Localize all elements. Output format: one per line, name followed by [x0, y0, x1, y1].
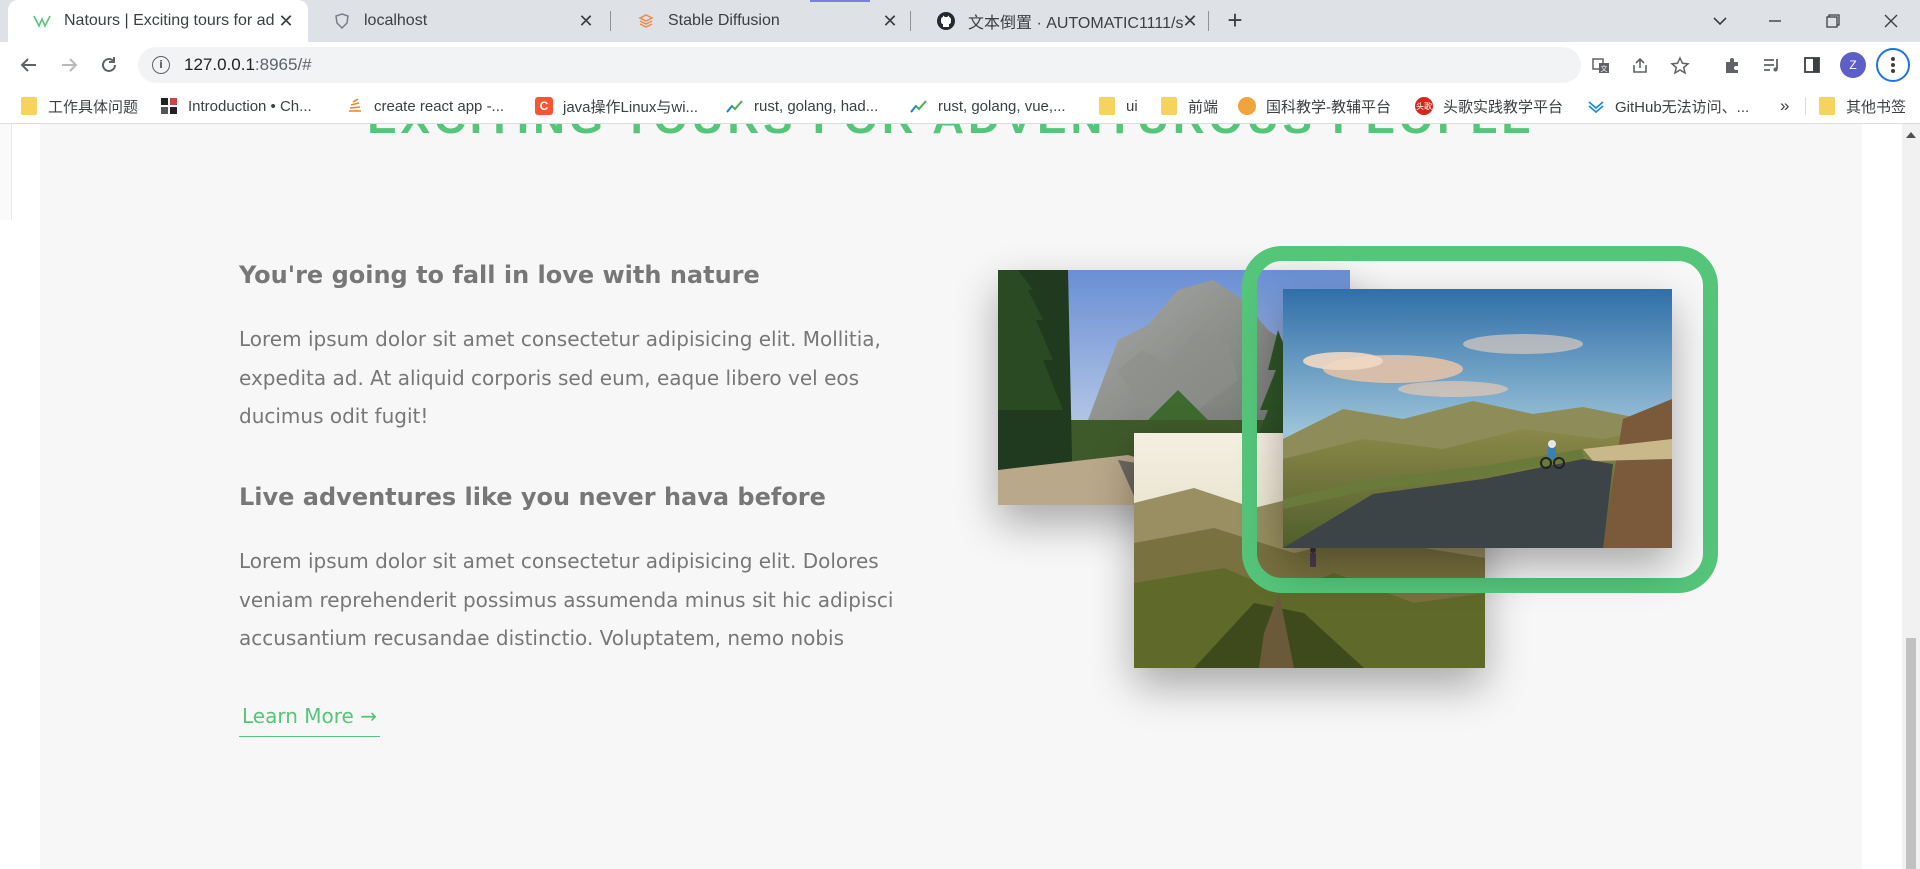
back-icon[interactable] — [14, 50, 44, 80]
csdn-icon: C — [535, 97, 553, 115]
chrome-menu-icon[interactable] — [1876, 48, 1910, 82]
tab-localhost[interactable]: localhost ✕ — [308, 0, 608, 42]
bookmark-star-icon[interactable] — [1670, 56, 1690, 76]
natours-leaf-icon — [32, 11, 52, 31]
bookmarks-divider — [1805, 97, 1806, 115]
tab-title: Natours | Exciting tours for ad — [64, 12, 275, 29]
bookmark-item[interactable]: Introduction • Ch... — [160, 93, 312, 119]
tab-title: 文本倒置 · AUTOMATIC1111/st — [968, 15, 1184, 32]
bookmark-item[interactable]: 头歌 头歌实践教学平台 — [1415, 93, 1563, 119]
scroll-up-arrow-icon[interactable] — [1906, 132, 1916, 138]
puzzle-icon — [160, 97, 178, 115]
bookmark-label: 前端 — [1188, 98, 1219, 116]
trend-icon — [910, 97, 928, 115]
side-panel-icon[interactable] — [1798, 51, 1826, 79]
feature-heading-2: Live adventures like you never hava befo… — [239, 483, 826, 511]
bookmark-folder[interactable]: 其他书签 — [1818, 93, 1906, 119]
restore-icon[interactable] — [1818, 6, 1848, 36]
folder-icon — [20, 97, 38, 115]
tab-stable-diffusion[interactable]: Stable Diffusion ✕ — [612, 0, 912, 42]
section-heading: EXCITING TOURS FOR ADVENTUROUS PEOPLE — [40, 124, 1862, 144]
feature-paragraph-2: Lorem ipsum dolor sit amet consectetur a… — [239, 549, 894, 650]
bookmark-label: Introduction • Ch... — [188, 97, 312, 115]
bookmarks-overflow-button[interactable]: » — [1780, 93, 1789, 119]
photo-cyclist-road[interactable] — [1283, 289, 1672, 548]
bookmarks-bar: 工作具体问题 Introduction • Ch... create react… — [0, 88, 1920, 124]
tab-separator — [910, 11, 911, 31]
share-icon[interactable] — [1630, 56, 1650, 76]
tab-natours[interactable]: Natours | Exciting tours for ad ✕ — [8, 0, 308, 42]
bookmark-item[interactable]: C java操作Linux与wi... — [535, 93, 698, 119]
bookmark-label: rust, golang, had... — [754, 97, 879, 115]
address-bar[interactable]: i 127.0.0.1:8965/# 文 — [138, 47, 1690, 83]
bookmark-label: ui — [1126, 97, 1138, 115]
folder-icon — [1818, 97, 1836, 115]
url-host: 127.0.0.1 — [184, 55, 255, 74]
url-text: 127.0.0.1:8965/# — [184, 55, 312, 75]
new-tab-button[interactable]: + — [1222, 7, 1248, 34]
close-tab-icon[interactable]: ✕ — [276, 11, 296, 31]
browser-toolbar: i 127.0.0.1:8965/# 文 — [0, 42, 1920, 88]
github-icon — [936, 11, 956, 31]
ucas-icon — [1238, 97, 1256, 115]
scrollbar-thumb[interactable] — [1906, 638, 1916, 869]
tab-github[interactable]: 文本倒置 · AUTOMATIC1111/st ✕ — [912, 0, 1212, 42]
bookmark-item[interactable]: 国科教学-教辅平台 — [1238, 93, 1391, 119]
bookmark-label: 其他书签 — [1846, 98, 1907, 116]
chevron-icon — [1587, 97, 1605, 115]
stack-icon — [636, 11, 656, 31]
close-window-icon[interactable] — [1876, 6, 1906, 36]
section-about: EXCITING TOURS FOR ADVENTUROUS PEOPLE Yo… — [0, 124, 1862, 869]
page-scrollbar[interactable] — [1902, 124, 1920, 869]
svg-text:文: 文 — [1601, 64, 1608, 73]
stack-icon — [346, 97, 364, 115]
tab-search-chevron-icon[interactable] — [1705, 6, 1735, 36]
folder-icon — [1098, 97, 1116, 115]
tab-separator — [610, 11, 611, 31]
tab-separator — [1208, 11, 1209, 31]
page-viewport: EXCITING TOURS FOR ADVENTUROUS PEOPLE Yo… — [0, 124, 1920, 869]
feature-heading-1: You're going to fall in love with nature — [239, 261, 760, 289]
trend-icon — [726, 97, 744, 115]
bookmark-item[interactable]: create react app -... — [346, 93, 504, 119]
learn-more-link[interactable]: Learn More → — [239, 702, 380, 737]
site-info-icon[interactable]: i — [152, 56, 170, 74]
media-control-icon[interactable] — [1758, 51, 1786, 79]
feature-paragraph-1: Lorem ipsum dolor sit amet consectetur a… — [239, 327, 881, 428]
close-tab-icon[interactable]: ✕ — [1180, 11, 1200, 31]
close-tab-icon[interactable]: ✕ — [880, 11, 900, 31]
url-path: :8965/# — [254, 55, 312, 74]
bookmark-label: 国科教学-教辅平台 — [1266, 98, 1391, 116]
extensions-icon[interactable] — [1718, 51, 1746, 79]
minimize-icon[interactable] — [1760, 6, 1790, 36]
page-left-edge — [0, 124, 12, 220]
bookmark-item[interactable]: rust, golang, had... — [726, 93, 878, 119]
bookmark-label: java操作Linux与wi... — [563, 98, 699, 116]
bookmark-label: rust, golang, vue,... — [938, 97, 1066, 115]
close-tab-icon[interactable]: ✕ — [576, 11, 596, 31]
profile-avatar[interactable]: Z — [1840, 52, 1866, 78]
shield-icon — [332, 11, 352, 31]
bookmark-folder[interactable]: 前端 — [1160, 93, 1218, 119]
tab-strip: Natours | Exciting tours for ad ✕ localh… — [0, 0, 1920, 42]
overflow-chevron-icon: » — [1780, 96, 1790, 115]
tab-title: Stable Diffusion — [668, 12, 780, 29]
bookmark-folder[interactable]: ui — [1098, 93, 1138, 119]
forward-icon[interactable] — [54, 50, 84, 80]
bookmark-label: 头歌实践教学平台 — [1443, 98, 1564, 116]
translate-icon[interactable]: 文 — [1591, 56, 1611, 76]
bookmark-label: GitHub无法访问、... — [1615, 98, 1750, 116]
tab-title: localhost — [364, 12, 428, 29]
bookmark-folder[interactable]: 工作具体问题 — [20, 93, 138, 119]
bookmark-label: create react app -... — [374, 97, 505, 115]
toutiao-icon: 头歌 — [1415, 97, 1433, 115]
folder-icon — [1160, 97, 1178, 115]
bookmark-label: 工作具体问题 — [48, 98, 139, 116]
bookmark-item[interactable]: rust, golang, vue,... — [910, 93, 1066, 119]
bookmark-item[interactable]: GitHub无法访问、... — [1587, 93, 1749, 119]
reload-icon[interactable] — [94, 50, 124, 80]
